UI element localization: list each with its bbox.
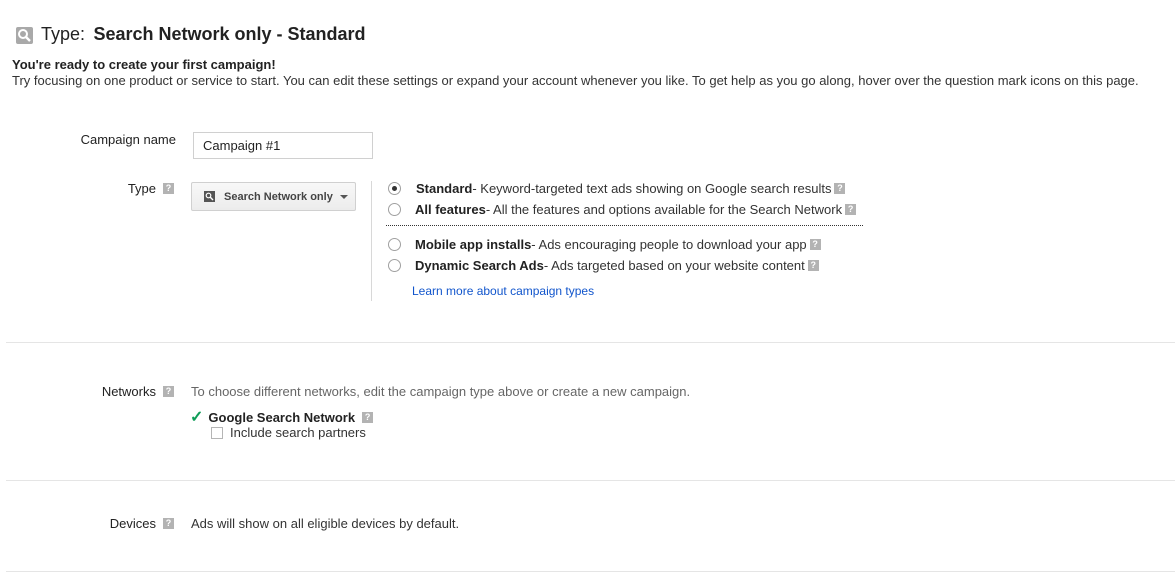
- campaign-type-dropdown[interactable]: Search Network only: [191, 182, 356, 211]
- help-icon[interactable]: ?: [807, 260, 819, 271]
- section-divider: [6, 342, 1175, 343]
- type-value: Search Network only - Standard: [93, 24, 366, 44]
- campaign-name-input[interactable]: [193, 132, 373, 159]
- help-icon[interactable]: ?: [362, 411, 374, 423]
- devices-label: Devices: [109, 516, 156, 531]
- radio-all-features[interactable]: [388, 203, 401, 216]
- option-standard[interactable]: Standard - Keyword-targeted text ads sho…: [388, 181, 846, 196]
- devices-text: Ads will show on all eligible devices by…: [191, 516, 460, 531]
- include-partners-row[interactable]: Include search partners: [211, 425, 366, 440]
- option-all-features[interactable]: All features - All the features and opti…: [388, 202, 857, 217]
- check-icon: ✓: [190, 409, 204, 426]
- dropdown-value: Search Network only: [224, 190, 333, 203]
- networks-label: Networks: [101, 384, 156, 399]
- network-item: ✓ Google Search Network ?: [190, 407, 374, 427]
- networks-hint: To choose different networks, edit the c…: [191, 384, 691, 399]
- option-name: All features: [415, 202, 486, 217]
- help-icon[interactable]: ?: [845, 204, 857, 215]
- page-title: Type: Search Network only - Standard: [41, 24, 366, 45]
- search-icon: [204, 191, 215, 202]
- campaign-name-label: Campaign name: [80, 132, 176, 147]
- learn-more-link[interactable]: Learn more about campaign types: [412, 284, 594, 298]
- include-partners-label: Include search partners: [230, 425, 366, 440]
- chevron-down-icon: [339, 194, 348, 199]
- option-desc: - Ads targeted based on your website con…: [543, 258, 805, 273]
- option-desc: - Ads encouraging people to download you…: [531, 237, 807, 252]
- option-dynamic-search-ads[interactable]: Dynamic Search Ads - Ads targeted based …: [388, 258, 819, 273]
- option-desc: - Keyword-targeted text ads showing on G…: [472, 181, 832, 196]
- option-desc: - All the features and options available…: [485, 202, 843, 217]
- help-icon[interactable]: ?: [809, 239, 821, 250]
- intro-heading: You're ready to create your first campai…: [12, 57, 276, 72]
- radio-standard[interactable]: [388, 182, 401, 195]
- search-icon: [16, 27, 33, 44]
- network-name: Google Search Network: [208, 409, 356, 425]
- option-mobile-app-installs[interactable]: Mobile app installs - Ads encouraging pe…: [388, 237, 821, 252]
- radio-dynamic-search-ads[interactable]: [388, 259, 401, 272]
- option-name: Dynamic Search Ads: [415, 258, 544, 273]
- option-name: Mobile app installs: [415, 237, 532, 252]
- section-divider: [6, 480, 1175, 481]
- intro-text: Try focusing on one product or service t…: [12, 73, 1139, 88]
- help-icon[interactable]: ?: [163, 518, 174, 529]
- type-label: Type:: [41, 24, 86, 44]
- option-separator: [386, 225, 863, 226]
- help-icon[interactable]: ?: [834, 183, 846, 194]
- include-partners-checkbox[interactable]: [211, 426, 223, 439]
- option-name: Standard: [416, 181, 473, 196]
- help-icon[interactable]: ?: [163, 183, 174, 194]
- section-divider: [6, 571, 1175, 572]
- type-label-field: Type: [127, 181, 156, 196]
- divider: [371, 181, 372, 301]
- radio-mobile-app-installs[interactable]: [388, 238, 401, 251]
- help-icon[interactable]: ?: [163, 386, 174, 397]
